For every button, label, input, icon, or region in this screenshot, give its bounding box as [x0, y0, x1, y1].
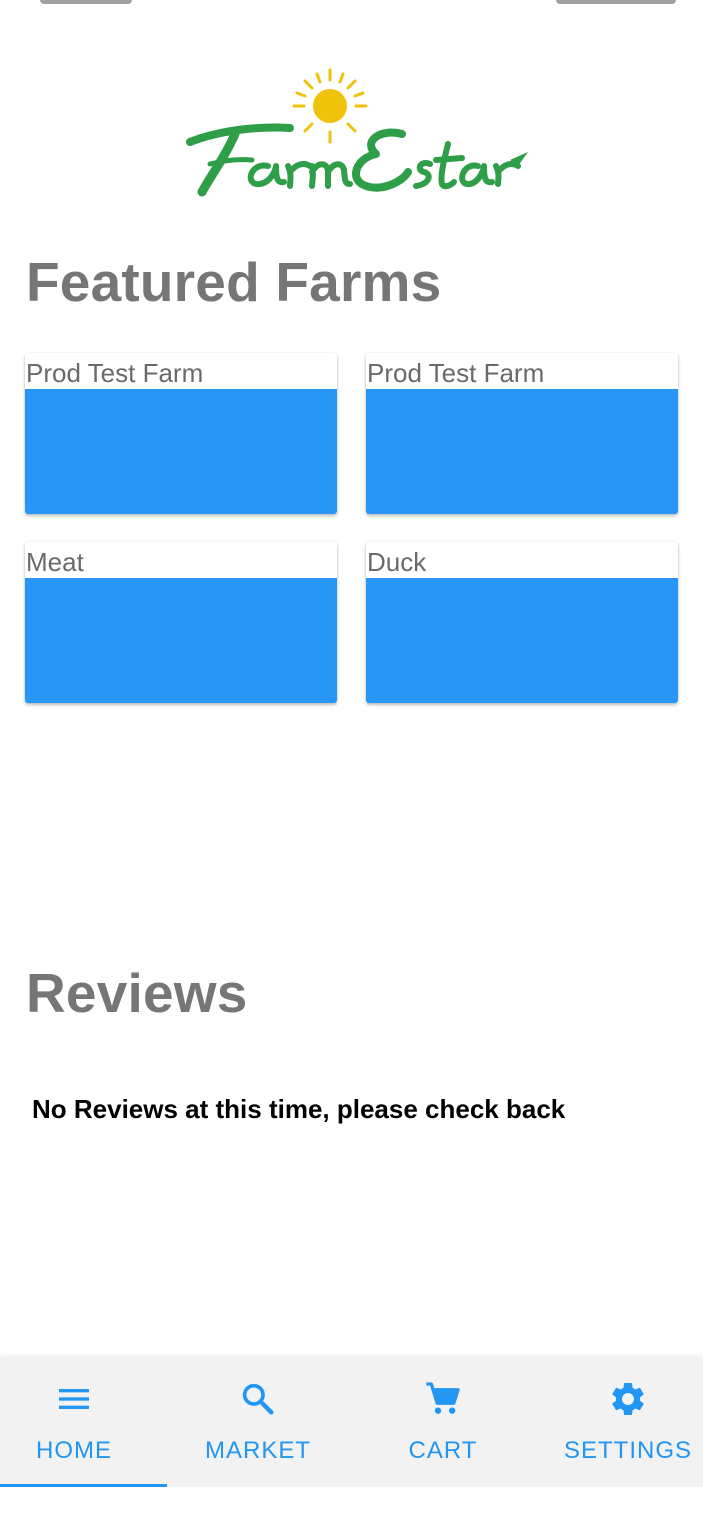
farm-card-image	[25, 389, 337, 514]
featured-farms-title: Featured Farms	[26, 251, 442, 313]
farm-estar-logo	[186, 68, 528, 197]
status-bar-icons	[556, 0, 676, 4]
reviews-empty-message: No Reviews at this time, please check ba…	[32, 1094, 566, 1124]
nav-home-label: HOME	[36, 1437, 112, 1464]
gear-icon	[612, 1383, 644, 1415]
farm-card[interactable]: Meat	[25, 542, 337, 703]
nav-market-label: MARKET	[204, 1437, 311, 1464]
nav-settings-label: SETTINGS	[563, 1437, 692, 1464]
farm-card[interactable]: Prod Test Farm	[25, 353, 337, 514]
farm-card-image	[366, 389, 678, 514]
bottom-navigation: HOME MARKET CART SETTINGS	[0, 1357, 703, 1487]
status-bar-time	[40, 0, 132, 4]
farm-card-image	[25, 578, 337, 703]
farm-card-image	[366, 578, 678, 703]
cart-icon	[426, 1382, 460, 1414]
sun-icon	[292, 68, 368, 144]
nav-market[interactable]: MARKET	[184, 1357, 332, 1487]
nav-cart[interactable]: CART	[369, 1357, 517, 1487]
reviews-title: Reviews	[26, 962, 248, 1024]
nav-settings[interactable]: SETTINGS	[554, 1357, 702, 1487]
farm-card[interactable]: Duck	[366, 542, 678, 703]
farm-card-name: Duck	[367, 547, 427, 577]
farm-card-name: Prod Test Farm	[26, 358, 204, 388]
app-screen: Featured Farms Prod Test Farm Prod Test …	[0, 0, 703, 1524]
farm-card-name: Meat	[26, 547, 84, 577]
farm-card[interactable]: Prod Test Farm	[366, 353, 678, 514]
search-icon	[242, 1383, 274, 1415]
nav-cart-label: CART	[408, 1437, 478, 1464]
nav-home[interactable]: HOME	[0, 1357, 148, 1487]
active-tab-indicator	[0, 1484, 167, 1487]
farm-card-name: Prod Test Farm	[367, 358, 545, 388]
menu-icon	[59, 1389, 89, 1409]
